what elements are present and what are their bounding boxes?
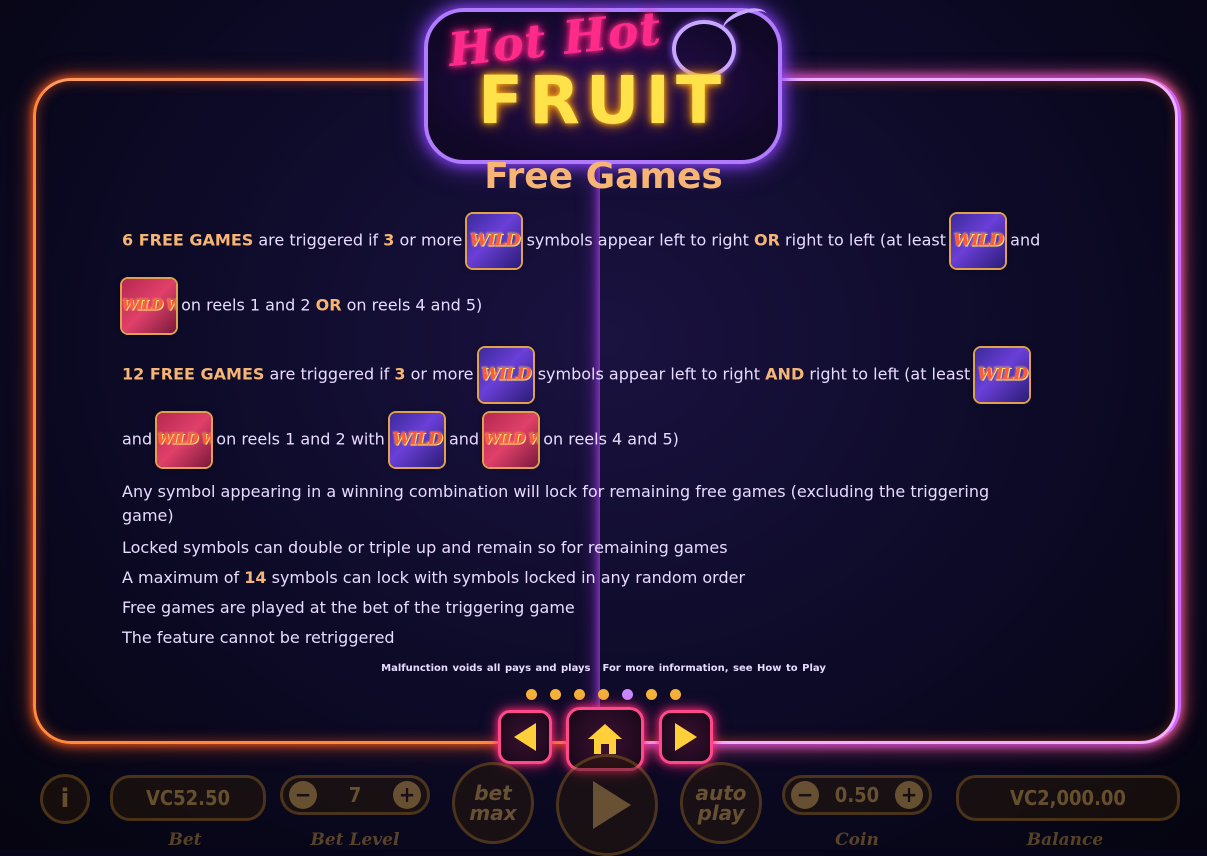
paytable-screen: Hot Hot FRUIT Free Games 6 FREE GAMES ar… <box>0 0 1207 856</box>
bet-label: Bet <box>168 830 202 850</box>
rule-six-line1: 6 FREE GAMES are triggered if 3 or more … <box>122 214 1040 268</box>
footer-note: Malfunction voids all pays and plays For … <box>0 663 1207 674</box>
rule-six-line2: WILD WILD on reels 1 and 2 OR on reels 4… <box>122 279 482 333</box>
wild-symbol-icon: WILD <box>389 413 444 467</box>
double-wild-symbol-icon: WILD WILD <box>484 413 539 467</box>
info-button[interactable]: i <box>40 774 90 824</box>
rule-locked-double: Locked symbols can double or triple up a… <box>122 538 728 557</box>
coin-control: − 0.50 + <box>782 775 932 815</box>
rule-lock: Any symbol appearing in a winning combin… <box>122 482 990 501</box>
rule-max: A maximum of 14 symbols can lock with sy… <box>122 568 746 587</box>
coin-value: 0.50 <box>834 783 880 807</box>
page-dot[interactable] <box>646 689 658 700</box>
bet-level-minus-button[interactable]: − <box>289 781 317 809</box>
spin-button[interactable] <box>556 754 658 856</box>
rule-twelve-line2: and WILD WILD on reels 1 and 2 with WILD… <box>122 413 679 467</box>
wild-symbol-icon: WILD <box>478 348 533 402</box>
bet-level-plus-button[interactable]: + <box>393 781 421 809</box>
page-dot[interactable] <box>525 689 537 700</box>
page-dot[interactable] <box>670 689 682 700</box>
double-wild-symbol-icon: WILD WILD <box>122 279 176 333</box>
bet-level-value: 7 <box>348 783 362 807</box>
play-icon <box>593 781 631 829</box>
bet-max-button[interactable]: bet max <box>452 762 534 844</box>
rule-lock-cont: game) <box>122 506 174 525</box>
double-wild-symbol-icon: WILD WILD <box>157 413 212 467</box>
page-dot[interactable] <box>573 689 585 700</box>
wild-symbol-icon: WILD <box>975 348 1030 402</box>
next-page-button[interactable] <box>659 710 713 764</box>
page-dot-active[interactable] <box>622 689 634 700</box>
page-indicator <box>0 685 1207 704</box>
wild-symbol-icon: WILD <box>951 214 1006 268</box>
malfunction-text: Malfunction voids all pays and plays <box>381 663 591 674</box>
bet-level-control: − 7 + <box>280 775 430 815</box>
page-title: Free Games <box>484 156 723 197</box>
page-dot[interactable] <box>598 689 609 700</box>
bet-display: VC52.50 <box>110 775 266 821</box>
more-info-text: For more information, see How to Play <box>602 663 826 674</box>
arrow-right-icon <box>675 723 697 751</box>
rule-twelve-line1: 12 FREE GAMES are triggered if 3 or more… <box>122 348 1030 402</box>
logo-fruit-text: FRUIT <box>478 62 728 139</box>
rule-retrigger: The feature cannot be retriggered <box>122 628 395 647</box>
arrow-left-icon <box>514 723 536 751</box>
bet-level-label: Bet Level <box>310 830 400 850</box>
six-count: 6 FREE GAMES <box>122 230 254 250</box>
balance-display: VC2,000.00 <box>956 775 1180 821</box>
coin-plus-button[interactable]: + <box>895 781 923 809</box>
control-bar: i VC52.50 Bet − 7 + Bet Level bet max au… <box>0 754 1207 856</box>
coin-minus-button[interactable]: − <box>791 781 819 809</box>
prev-page-button[interactable] <box>498 710 552 764</box>
rule-bet: Free games are played at the bet of the … <box>122 598 575 617</box>
info-icon: i <box>60 784 70 814</box>
home-icon <box>588 724 622 754</box>
twelve-count: 12 FREE GAMES <box>122 364 265 384</box>
balance-label: Balance <box>1026 830 1104 850</box>
auto-play-button[interactable]: auto play <box>680 762 762 844</box>
wild-symbol-icon: WILD <box>467 214 522 268</box>
coin-label: Coin <box>835 830 879 850</box>
page-dot[interactable] <box>549 689 561 700</box>
